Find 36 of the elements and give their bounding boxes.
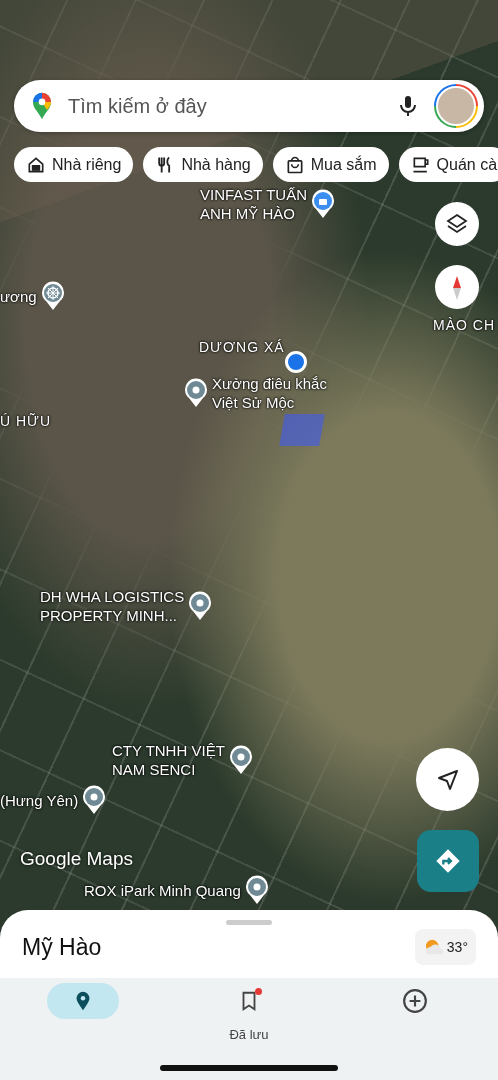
category-chip[interactable]: Nhà hàng [143, 147, 263, 182]
place-pin-icon[interactable] [82, 785, 107, 815]
drag-handle[interactable] [226, 920, 272, 925]
layers-icon [445, 212, 469, 236]
heading-beam [279, 414, 325, 446]
place-pin-icon[interactable] [184, 378, 208, 408]
profile-avatar[interactable] [434, 84, 478, 128]
temperature: 33° [446, 939, 468, 955]
directions-icon [434, 847, 462, 875]
map-place-label: MÀO CH [433, 316, 495, 335]
nav-tab[interactable]: Đã lưu [189, 983, 309, 1042]
navigation-arrow-icon [435, 767, 460, 792]
wheel-pin-icon[interactable] [40, 281, 65, 311]
maps-pin-logo-icon [32, 92, 52, 120]
shopping-bag-pin-icon[interactable] [311, 189, 335, 219]
category-chip[interactable]: Quán cà [398, 147, 498, 182]
map-place-label: Xưởng điêu khắc Việt Sử Mộc [212, 374, 327, 412]
category-chip[interactable]: Nhà riêng [14, 147, 134, 182]
map-place-label: ương [0, 286, 37, 306]
map-place-label: Ú HỮU [0, 412, 52, 431]
map-place-label: DH WHA LOGISTICS PROPERTY MINH... [40, 587, 185, 625]
weather-card[interactable]: 33° [414, 929, 476, 965]
directions-button[interactable] [417, 830, 479, 892]
place-pin-icon[interactable] [244, 875, 269, 905]
map-place-label: (Hưng Yên) [0, 790, 79, 810]
map-place-label: CTY TNHH VIỆT NAM SENCI [112, 741, 225, 779]
map-place-label: ROX iPark Minh Quang [84, 880, 241, 900]
search-bar[interactable]: Tìm kiếm ở đây [14, 80, 484, 132]
map-logo: Google Maps [20, 848, 133, 870]
map-place-label: DƯƠNG XÁ [199, 338, 285, 357]
add-circle-icon [402, 988, 428, 1014]
map-place-label: VINFAST TUẤN ANH MỸ HÀO [200, 185, 307, 223]
category-chip[interactable]: Mua sắm [272, 147, 389, 182]
place-title: Mỹ Hào [22, 933, 102, 961]
place-pin-icon[interactable] [188, 591, 213, 621]
place-pin-icon[interactable] [228, 745, 253, 775]
